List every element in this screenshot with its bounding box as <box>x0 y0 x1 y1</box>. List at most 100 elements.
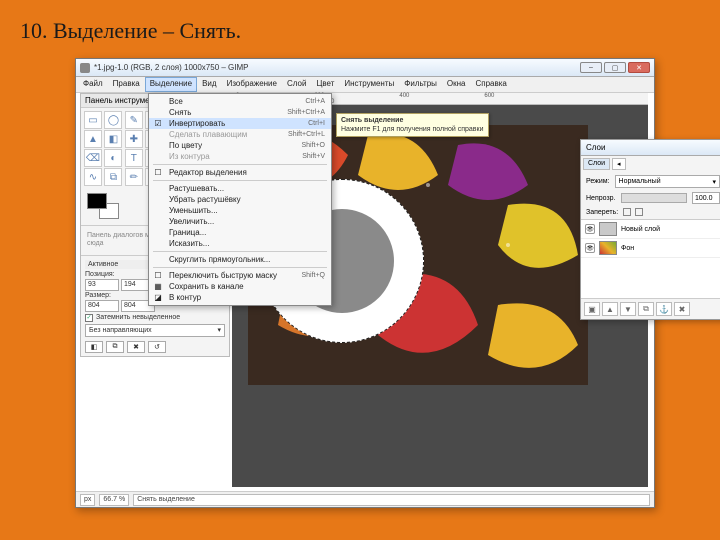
menu-item[interactable]: ◪ В контур <box>149 292 331 303</box>
menu-item[interactable]: Граница... <box>149 227 331 238</box>
menu-item[interactable]: СнятьShift+Ctrl+A <box>149 107 331 118</box>
mode-value: Нормальный <box>619 178 661 185</box>
tool-button[interactable]: T <box>125 149 143 167</box>
size-w-input[interactable]: 804 <box>85 300 119 312</box>
opacity-value[interactable]: 100.0 <box>692 192 720 204</box>
menu-separator <box>153 267 327 268</box>
menu-shortcut: Shift+Ctrl+L <box>288 131 325 138</box>
opacity-label: Непрозр. <box>586 195 616 202</box>
menu-item[interactable]: Уменьшить... <box>149 205 331 216</box>
tool-button[interactable]: ✚ <box>125 130 143 148</box>
lock-alpha[interactable] <box>635 208 643 216</box>
menu-separator <box>153 180 327 181</box>
lock-pixels[interactable] <box>623 208 631 216</box>
menubar[interactable]: ФайлПравкаВыделениеВидИзображениеСлойЦве… <box>76 77 654 93</box>
menu-tooltip: Снять выделение Нажмите F1 для получения… <box>336 113 489 137</box>
menu-Файл[interactable]: Файл <box>78 77 108 92</box>
dock-menu-icon[interactable]: ◂ <box>612 158 626 170</box>
layer-action-button[interactable]: ⚓ <box>656 302 672 316</box>
menu-item-label: Исказить... <box>169 239 209 248</box>
highlight-checkbox[interactable]: ✓ <box>85 314 93 322</box>
menu-item-label: Уменьшить... <box>169 206 218 215</box>
visibility-icon[interactable]: 👁 <box>585 224 595 234</box>
app-icon <box>80 63 90 73</box>
menu-item-label: Скруглить прямоугольник... <box>169 255 270 264</box>
menu-item: Сделать плавающимShift+Ctrl+L <box>149 129 331 140</box>
chevron-down-icon: ▾ <box>712 178 716 186</box>
color-swatches[interactable] <box>87 193 121 221</box>
menu-Инструменты[interactable]: Инструменты <box>339 77 399 92</box>
menu-Правка[interactable]: Правка <box>108 77 145 92</box>
menu-item-label: Из контура <box>169 152 210 161</box>
layer-thumbnail <box>599 241 617 255</box>
maximize-button[interactable]: ▢ <box>604 62 626 73</box>
ruler-tick: 400 <box>399 93 409 99</box>
status-zoom[interactable]: 66.7 % <box>99 494 129 506</box>
tool-button[interactable]: ⧉ <box>104 168 122 186</box>
tool-button[interactable]: ⌫ <box>84 149 102 167</box>
menu-item[interactable]: ВсеCtrl+A <box>149 96 331 107</box>
tool-button[interactable]: ▭ <box>84 111 102 129</box>
layers-panel: Слои Слои ◂ Режим: Нормальный ▾ Непрозр.… <box>580 139 720 320</box>
layer-action-button[interactable]: ▣ <box>584 302 600 316</box>
menu-item[interactable]: Растушевать... <box>149 183 331 194</box>
menu-item-label: Все <box>169 97 183 106</box>
tool-button[interactable]: ✎ <box>125 111 143 129</box>
layer-row[interactable]: 👁Фон <box>581 239 720 258</box>
tool-button[interactable]: ◧ <box>104 130 122 148</box>
layer-action-button[interactable]: ⧉ <box>638 302 654 316</box>
close-button[interactable]: ✕ <box>628 62 650 73</box>
selection-menu[interactable]: ВсеCtrl+AСнятьShift+Ctrl+A☑Инвертировать… <box>148 93 332 306</box>
menu-Фильтры[interactable]: Фильтры <box>399 77 442 92</box>
layer-list: 👁 Новый слой 👁Фон <box>581 219 720 299</box>
opt-btn-2[interactable]: ⧉ <box>106 341 124 353</box>
mode-combo[interactable]: Нормальный ▾ <box>615 175 720 188</box>
menu-item[interactable]: ☑ИнвертироватьCtrl+I <box>149 118 331 129</box>
menu-Справка[interactable]: Справка <box>470 77 511 92</box>
menu-item[interactable]: Скруглить прямоугольник... <box>149 254 331 265</box>
layers-tab[interactable]: Слои <box>583 158 610 170</box>
menu-item[interactable]: ▦Сохранить в канале <box>149 281 331 292</box>
status-unit[interactable]: px <box>80 494 95 506</box>
tool-button[interactable]: ∿ <box>84 168 102 186</box>
menu-item-icon: ◪ <box>153 293 163 302</box>
layer-action-button[interactable]: ✖ <box>674 302 690 316</box>
menu-item-label: В контур <box>169 293 201 302</box>
opt-btn-3[interactable]: ✖ <box>127 341 145 353</box>
tool-button[interactable]: ◐ <box>104 149 122 167</box>
menu-Выделение[interactable]: Выделение <box>145 77 197 92</box>
opt-btn-1[interactable]: ◧ <box>85 341 103 353</box>
menu-item[interactable]: Исказить... <box>149 238 331 249</box>
tooltip-title: Снять выделение <box>341 117 403 124</box>
size-label: Размер: <box>85 292 111 299</box>
visibility-icon[interactable]: 👁 <box>585 243 595 253</box>
minimize-button[interactable]: – <box>580 62 602 73</box>
opacity-slider[interactable] <box>621 193 688 203</box>
menu-item[interactable]: Увеличить... <box>149 216 331 227</box>
layer-action-button[interactable]: ▼ <box>620 302 636 316</box>
menu-item-label: Переключить быструю маску <box>169 271 277 280</box>
menu-item[interactable]: По цветуShift+O <box>149 140 331 151</box>
layer-footer: ▣▲▼⧉⚓✖ <box>581 299 720 319</box>
menu-item-label: Сохранить в канале <box>169 282 244 291</box>
pos-x-input[interactable]: 93 <box>85 279 119 291</box>
menu-Вид[interactable]: Вид <box>197 77 221 92</box>
menu-Изображение[interactable]: Изображение <box>222 77 282 92</box>
layer-name: Новый слой <box>621 226 660 233</box>
mode-label: Режим: <box>586 178 610 185</box>
menu-item-label: Увеличить... <box>169 217 214 226</box>
guides-combo[interactable]: Без направляющих ▾ <box>85 324 225 337</box>
menu-item[interactable]: Убрать растушёвку <box>149 194 331 205</box>
tool-button[interactable]: ◯ <box>104 111 122 129</box>
layer-action-button[interactable]: ▲ <box>602 302 618 316</box>
menu-Слой[interactable]: Слой <box>282 77 311 92</box>
tool-button[interactable]: ✏ <box>125 168 143 186</box>
layer-row[interactable]: 👁 Новый слой <box>581 220 720 239</box>
opt-btn-4[interactable]: ↺ <box>148 341 166 353</box>
menu-Окна[interactable]: Окна <box>442 77 471 92</box>
tool-button[interactable]: ▲ <box>84 130 102 148</box>
menu-item[interactable]: ☐Редактор выделения <box>149 167 331 178</box>
fg-color[interactable] <box>87 193 107 209</box>
menu-item[interactable]: ☐Переключить быструю маскуShift+Q <box>149 270 331 281</box>
menu-Цвет[interactable]: Цвет <box>311 77 339 92</box>
